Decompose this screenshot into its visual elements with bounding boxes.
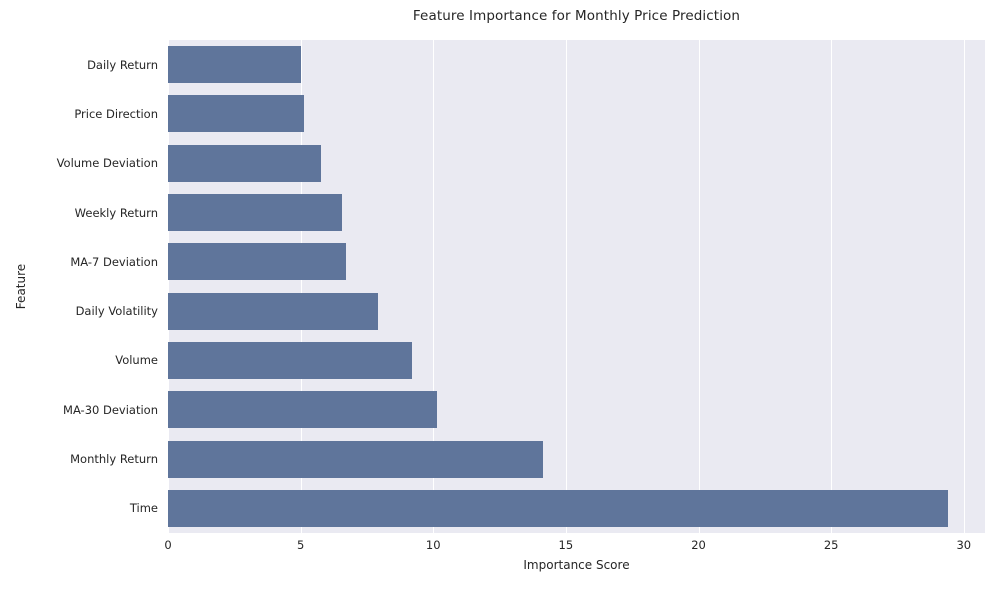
bar-fill bbox=[168, 440, 544, 478]
x-tick-label: 20 bbox=[691, 538, 706, 552]
bar-fill bbox=[168, 489, 948, 527]
bar bbox=[168, 194, 342, 232]
y-tick-label: Daily Volatility bbox=[75, 304, 158, 319]
y-tick-label: MA-7 Deviation bbox=[70, 254, 158, 269]
x-tick-label: 15 bbox=[558, 538, 574, 552]
bar-fill bbox=[168, 95, 304, 133]
bar bbox=[168, 391, 438, 429]
bar bbox=[168, 95, 304, 133]
x-tick-label: 0 bbox=[164, 538, 172, 552]
y-tick-label: Time bbox=[129, 501, 158, 516]
bar bbox=[168, 144, 322, 182]
gridline-x-15 bbox=[565, 40, 568, 533]
bar bbox=[168, 440, 544, 478]
y-axis-title: Feature bbox=[14, 263, 28, 310]
bar-fill bbox=[168, 46, 302, 84]
y-tick-label: Weekly Return bbox=[74, 205, 158, 220]
bar-fill bbox=[168, 194, 342, 232]
y-tick-label: MA-30 Deviation bbox=[63, 402, 158, 417]
x-tick-label: 5 bbox=[296, 538, 305, 552]
y-tick-label: Volume bbox=[115, 353, 158, 368]
bar bbox=[168, 243, 346, 281]
y-tick-label: Price Direction bbox=[74, 106, 158, 121]
bar bbox=[168, 46, 302, 84]
gridline-x-25 bbox=[831, 40, 833, 533]
chart-title: Feature Importance for Monthly Price Pre… bbox=[412, 8, 741, 24]
bar bbox=[168, 489, 948, 527]
bar-fill bbox=[168, 391, 438, 429]
y-tick-label: Monthly Return bbox=[70, 452, 158, 467]
bar-fill bbox=[168, 243, 346, 281]
bar-fill bbox=[168, 341, 413, 379]
gridline-x-20 bbox=[698, 40, 700, 533]
y-tick-label: Volume Deviation bbox=[56, 156, 158, 171]
gridline-x-30 bbox=[963, 40, 965, 533]
bar-fill bbox=[168, 144, 322, 182]
x-tick-label: 25 bbox=[823, 538, 839, 552]
y-tick-label: Daily Return bbox=[87, 57, 158, 72]
x-axis-title: Importance Score bbox=[523, 558, 630, 572]
plot-area bbox=[168, 40, 985, 533]
bar bbox=[168, 341, 413, 379]
x-tick-label: 10 bbox=[425, 538, 441, 552]
chart-figure: Feature Importance for Monthly Price Pre… bbox=[0, 0, 1000, 600]
x-tick-label: 30 bbox=[956, 538, 972, 552]
bar bbox=[168, 292, 379, 330]
bar-fill bbox=[168, 292, 379, 330]
